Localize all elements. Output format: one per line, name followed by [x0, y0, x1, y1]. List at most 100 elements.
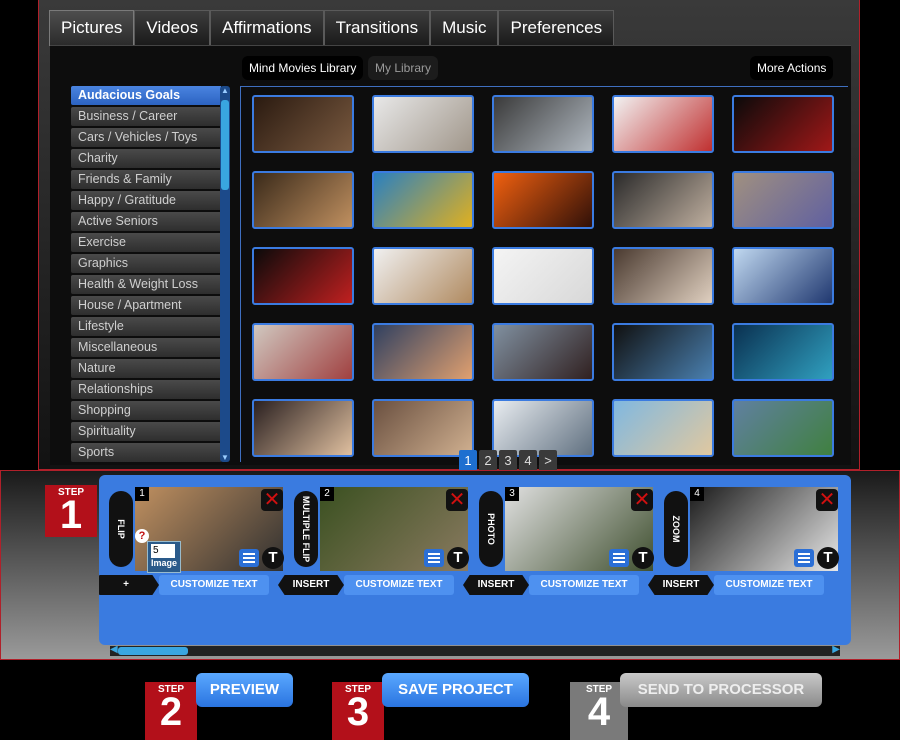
category-item[interactable]: Charity: [71, 149, 221, 168]
customize-text-button[interactable]: CUSTOMIZE TEXT: [714, 575, 824, 595]
library-thumbnail-couple-snow[interactable]: [732, 247, 834, 305]
send-to-processor-button[interactable]: SEND TO PROCESSOR: [620, 673, 822, 707]
duration-input[interactable]: 5: [151, 544, 175, 558]
category-scrollbar[interactable]: ▲ ▼: [220, 86, 230, 462]
tab-preferences[interactable]: Preferences: [498, 10, 615, 46]
library-thumbnail-couple-car-sunglasses[interactable]: [492, 323, 594, 381]
scroll-down-icon[interactable]: ▼: [220, 453, 230, 462]
remove-slide-icon[interactable]: ✕: [816, 489, 838, 511]
category-item[interactable]: Audacious Goals: [71, 86, 221, 105]
category-item[interactable]: Exercise: [71, 233, 221, 252]
text-list-icon[interactable]: [794, 549, 814, 567]
library-thumbnail-runners-mountain[interactable]: [732, 399, 834, 457]
scroll-up-icon[interactable]: ▲: [220, 86, 230, 95]
category-item[interactable]: Health & Weight Loss: [71, 275, 221, 294]
library-thumbnail-woman-guitar-couch[interactable]: [612, 171, 714, 229]
remove-slide-icon[interactable]: ✕: [261, 489, 283, 511]
page-button-4[interactable]: 4: [519, 450, 537, 472]
library-thumbnail-diver-underwater[interactable]: [732, 323, 834, 381]
transition-label: FLIP: [116, 519, 126, 539]
transition-button[interactable]: PHOTO: [479, 491, 503, 567]
page-button-2[interactable]: 2: [479, 450, 497, 472]
library-thumbnail-yoga-beach[interactable]: [372, 247, 474, 305]
customize-text-button[interactable]: CUSTOMIZE TEXT: [159, 575, 269, 595]
library-thumbnail-boy-drummer[interactable]: [492, 95, 594, 153]
library-thumbnail-couple-with-baby[interactable]: [372, 399, 474, 457]
library-thumbnail-rock-climber[interactable]: [732, 171, 834, 229]
more-actions-button[interactable]: More Actions: [750, 56, 834, 80]
insert-button[interactable]: INSERT: [278, 575, 344, 595]
slide-number: 2: [320, 487, 334, 501]
category-item[interactable]: Miscellaneous: [71, 338, 221, 357]
category-item[interactable]: Business / Career: [71, 107, 221, 126]
text-tool-icon[interactable]: T: [447, 547, 469, 569]
tab-pictures[interactable]: Pictures: [49, 10, 135, 46]
category-item[interactable]: Happy / Gratitude: [71, 191, 221, 210]
library-thumbnail-man-computer-office[interactable]: [492, 399, 594, 457]
remove-slide-icon[interactable]: ✕: [446, 489, 468, 511]
library-thumbnail-rock-guitarist-dark[interactable]: [732, 95, 834, 153]
text-tool-icon[interactable]: T: [262, 547, 284, 569]
category-item[interactable]: Sports: [71, 443, 221, 462]
category-item[interactable]: Lifestyle: [71, 317, 221, 336]
slide-number: 3: [505, 487, 519, 501]
category-item[interactable]: Relationships: [71, 380, 221, 399]
library-thumbnail-painter-easel-sunset[interactable]: [372, 323, 474, 381]
scroll-right-icon[interactable]: ▶: [832, 644, 840, 655]
transition-button[interactable]: MULTIPLE FLIP: [294, 491, 318, 567]
category-item[interactable]: Shopping: [71, 401, 221, 420]
library-thumbnail-horse-rider-beach[interactable]: [252, 171, 354, 229]
timeline-scrollbar[interactable]: ◀ ▶: [110, 644, 840, 656]
transition-button[interactable]: FLIP: [109, 491, 133, 567]
slide-number: 1: [135, 487, 149, 501]
library-body: Mind Movies Library My Library More Acti…: [50, 45, 851, 465]
customize-text-button[interactable]: CUSTOMIZE TEXT: [344, 575, 454, 595]
category-item[interactable]: Nature: [71, 359, 221, 378]
step-1-badge: STEP 1: [45, 485, 97, 537]
library-thumbnail-ballet-dancer-studio[interactable]: [372, 95, 474, 153]
category-item[interactable]: Spirituality: [71, 422, 221, 441]
transition-button[interactable]: ZOOM: [664, 491, 688, 567]
mind-movies-library-button[interactable]: Mind Movies Library: [242, 56, 364, 80]
library-thumbnail-ballerina-tutu[interactable]: [492, 247, 594, 305]
library-thumbnail-woman-bikini-beach[interactable]: [612, 399, 714, 457]
next-page-button[interactable]: >: [539, 450, 557, 472]
library-thumbnail-guitarist-red-shirt[interactable]: [612, 95, 714, 153]
image-label: Image: [150, 558, 177, 568]
tab-affirmations[interactable]: Affirmations: [210, 10, 324, 46]
save-project-button[interactable]: SAVE PROJECT: [382, 673, 529, 707]
my-library-button[interactable]: My Library: [368, 56, 439, 80]
library-thumbnail-women-office-desk[interactable]: [612, 247, 714, 305]
tab-music[interactable]: Music: [430, 10, 499, 46]
preview-button[interactable]: PREVIEW: [196, 673, 293, 707]
category-item[interactable]: Friends & Family: [71, 170, 221, 189]
timeline-scroll-thumb[interactable]: [118, 647, 188, 655]
insert-button[interactable]: INSERT: [648, 575, 714, 595]
category-item[interactable]: Active Seniors: [71, 212, 221, 231]
category-item[interactable]: Cars / Vehicles / Toys: [71, 128, 221, 147]
page-button-1[interactable]: 1: [459, 450, 477, 472]
text-list-icon[interactable]: [609, 549, 629, 567]
library-thumbnail-singer-microphone-studio[interactable]: [252, 95, 354, 153]
remove-slide-icon[interactable]: ✕: [631, 489, 653, 511]
library-thumbnail-horse-sunset[interactable]: [492, 171, 594, 229]
page-button-3[interactable]: 3: [499, 450, 517, 472]
library-thumbnail-camera-lens[interactable]: [612, 323, 714, 381]
category-item[interactable]: Graphics: [71, 254, 221, 273]
insert-button[interactable]: INSERT: [463, 575, 529, 595]
category-item[interactable]: House / Apartment: [71, 296, 221, 315]
tab-videos[interactable]: Videos: [134, 10, 211, 46]
text-list-icon[interactable]: [239, 549, 259, 567]
add-slide-button[interactable]: +: [99, 575, 159, 595]
library-thumbnail-makeup-artist[interactable]: [252, 399, 354, 457]
customize-text-button[interactable]: CUSTOMIZE TEXT: [529, 575, 639, 595]
scroll-thumb[interactable]: [221, 100, 229, 190]
text-tool-icon[interactable]: T: [817, 547, 839, 569]
scroll-left-icon[interactable]: ◀: [110, 644, 118, 655]
text-tool-icon[interactable]: T: [632, 547, 654, 569]
tab-transitions[interactable]: Transitions: [323, 10, 431, 46]
library-thumbnail-singer-red-dress[interactable]: [252, 247, 354, 305]
library-thumbnail-woman-painting-wall[interactable]: [252, 323, 354, 381]
library-thumbnail-kayak-couple[interactable]: [372, 171, 474, 229]
text-list-icon[interactable]: [424, 549, 444, 567]
